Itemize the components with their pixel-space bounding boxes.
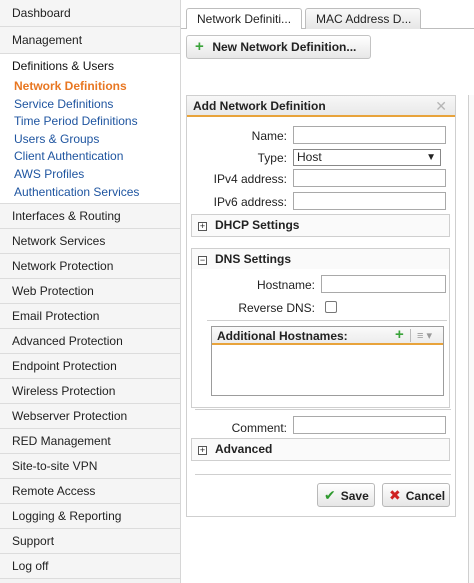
- dialog-header: Add Network Definition ✕: [187, 96, 455, 117]
- name-field[interactable]: [293, 126, 446, 144]
- nav-management[interactable]: Management: [0, 27, 180, 54]
- expand-icon[interactable]: +: [198, 446, 207, 455]
- type-select[interactable]: Host ▼: [293, 149, 441, 166]
- nav-support[interactable]: Support: [0, 529, 180, 555]
- close-icon[interactable]: ✕: [435, 96, 447, 117]
- nav-network-protection[interactable]: Network Protection: [0, 254, 180, 280]
- expand-icon[interactable]: +: [198, 222, 207, 231]
- dhcp-settings-panel: + DHCP Settings: [191, 214, 450, 237]
- advanced-header[interactable]: + Advanced: [192, 439, 449, 459]
- dns-settings-header[interactable]: − DNS Settings: [192, 249, 449, 269]
- reverse-dns-checkbox[interactable]: [325, 301, 337, 313]
- tab-network-definitions[interactable]: Network Definiti...: [186, 8, 302, 29]
- plus-icon[interactable]: +: [395, 326, 404, 344]
- nav-network-services[interactable]: Network Services: [0, 229, 180, 255]
- dialog-title: Add Network Definition: [193, 99, 326, 113]
- nav-remote-access[interactable]: Remote Access: [0, 479, 180, 505]
- sidebar-item-aws-profiles[interactable]: AWS Profiles: [0, 166, 180, 184]
- divider: [195, 474, 451, 475]
- divider: [195, 409, 451, 410]
- toolbar-separator: [410, 329, 411, 342]
- advanced-panel: + Advanced: [191, 438, 450, 461]
- sidebar-item-service-definitions[interactable]: Service Definitions: [0, 96, 180, 114]
- divider: [207, 320, 447, 321]
- nav-site-to-site-vpn[interactable]: Site-to-site VPN: [0, 454, 180, 480]
- comment-field[interactable]: [293, 416, 446, 434]
- reverse-dns-label: Reverse DNS:: [238, 301, 315, 315]
- nav-section-definitions: Definitions & Users Network Definitions …: [0, 54, 180, 205]
- name-label: Name:: [251, 129, 287, 143]
- hostname-label: Hostname:: [256, 278, 315, 292]
- nav-email-protection[interactable]: Email Protection: [0, 304, 180, 330]
- nav-logging-reporting[interactable]: Logging & Reporting: [0, 504, 180, 530]
- new-network-definition-button[interactable]: + New Network Definition...: [186, 35, 371, 59]
- nav-log-off[interactable]: Log off: [0, 554, 180, 580]
- comment-label: Comment:: [231, 421, 287, 435]
- advanced-title: Advanced: [215, 442, 273, 456]
- sidebar-item-time-period-definitions[interactable]: Time Period Definitions: [0, 113, 180, 131]
- nav-advanced-protection[interactable]: Advanced Protection: [0, 329, 180, 355]
- nav-wireless-protection[interactable]: Wireless Protection: [0, 379, 180, 405]
- dhcp-settings-header[interactable]: + DHCP Settings: [192, 215, 449, 235]
- nav-section-title[interactable]: Definitions & Users: [0, 54, 180, 78]
- save-label: Save: [340, 489, 369, 503]
- dns-settings-title: DNS Settings: [215, 252, 292, 266]
- x-icon: ✖: [389, 487, 401, 503]
- plus-icon: +: [195, 38, 204, 55]
- type-label: Type:: [257, 151, 287, 165]
- nav-red-management[interactable]: RED Management: [0, 429, 180, 455]
- ipv4-label: IPv4 address:: [213, 172, 287, 186]
- sidebar-item-authentication-services[interactable]: Authentication Services: [0, 184, 180, 202]
- hostname-field[interactable]: [321, 275, 446, 293]
- additional-hostnames-header: Additional Hostnames: + ≡ ▾: [212, 326, 443, 345]
- sidebar: Dashboard Management Definitions & Users…: [0, 0, 181, 583]
- cancel-label: Cancel: [405, 489, 446, 503]
- ipv4-field[interactable]: [293, 169, 446, 187]
- nav-endpoint-protection[interactable]: Endpoint Protection: [0, 354, 180, 380]
- cancel-button[interactable]: ✖ Cancel: [382, 483, 450, 507]
- save-button[interactable]: ✔ Save: [317, 483, 375, 507]
- chevron-down-icon: ▼: [426, 152, 436, 163]
- new-button-label: New Network Definition...: [212, 40, 357, 54]
- dhcp-settings-title: DHCP Settings: [215, 218, 300, 232]
- ipv6-label: IPv6 address:: [213, 195, 287, 209]
- nav-web-protection[interactable]: Web Protection: [0, 279, 180, 305]
- sidebar-item-users-groups[interactable]: Users & Groups: [0, 131, 180, 149]
- type-select-value: Host: [297, 150, 322, 164]
- additional-hostnames-title: Additional Hostnames:: [217, 329, 348, 343]
- ipv6-field[interactable]: [293, 192, 446, 210]
- list-icon[interactable]: ≡ ▾: [417, 327, 432, 345]
- adjacent-panel-edge: [468, 95, 474, 583]
- nav-dashboard[interactable]: Dashboard: [0, 0, 180, 27]
- additional-hostnames-box: Additional Hostnames: + ≡ ▾: [211, 326, 444, 396]
- check-icon: ✔: [324, 487, 336, 503]
- add-network-definition-dialog: Add Network Definition ✕ Name: Type: Hos…: [186, 95, 456, 517]
- nav-webserver-protection[interactable]: Webserver Protection: [0, 404, 180, 430]
- tab-mac-address-definitions[interactable]: MAC Address D...: [305, 8, 421, 29]
- collapse-icon[interactable]: −: [198, 256, 207, 265]
- sidebar-item-network-definitions[interactable]: Network Definitions: [0, 78, 180, 96]
- nav-interfaces-routing[interactable]: Interfaces & Routing: [0, 204, 180, 230]
- sidebar-item-client-authentication[interactable]: Client Authentication: [0, 148, 180, 166]
